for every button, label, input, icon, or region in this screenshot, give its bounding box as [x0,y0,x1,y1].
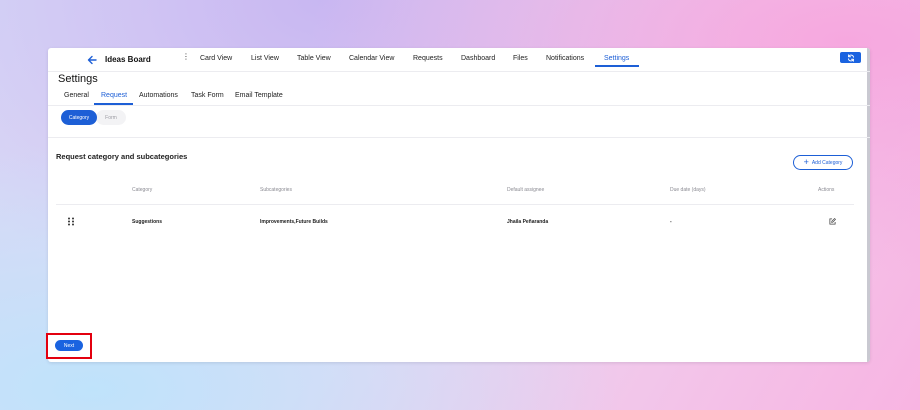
nav-requests[interactable]: Requests [413,55,443,62]
nav-settings[interactable]: Settings [604,55,629,62]
tabs-divider [48,105,870,106]
cell-subcategories: Improvements,Future Builds [260,219,328,225]
top-navigation: Ideas Board ⋮ Card View List View Table … [48,48,870,72]
tab-task-form[interactable]: Task Form [191,92,224,99]
nav-calendar-view[interactable]: Calendar View [349,55,394,62]
edit-icon[interactable] [829,218,836,225]
drag-handle-icon[interactable] [67,217,75,226]
board-title: Ideas Board [105,55,151,64]
column-header-actions: Actions [818,187,835,193]
scrollbar[interactable] [867,48,870,362]
nav-dashboard[interactable]: Dashboard [461,55,495,62]
column-header-default-assignee: Default assignee [507,187,545,193]
nav-files[interactable]: Files [513,55,528,62]
column-header-due-date: Due date (days) [670,187,706,193]
nav-table-view[interactable]: Table View [297,55,331,62]
header-divider [48,71,870,72]
more-options-icon[interactable]: ⋮ [182,53,190,61]
nav-card-view[interactable]: Card View [200,55,232,62]
subtab-form[interactable]: Form [96,110,126,125]
subtabs-divider [48,137,870,138]
nav-active-indicator [595,65,639,67]
cell-category: Suggestions [132,219,163,225]
column-header-subcategories: Subcategories [260,187,292,193]
subtab-category[interactable]: Category [61,110,97,125]
nav-list-view[interactable]: List View [251,55,279,62]
tab-request[interactable]: Request [101,92,127,99]
cell-default-assignee: Jhaila Peñaranda [507,219,549,225]
add-category-label: Add Category [811,159,843,166]
add-category-button[interactable]: + Add Category [793,155,853,170]
table-header-divider [56,204,854,205]
tab-automations[interactable]: Automations [139,92,178,99]
tab-email-template[interactable]: Email Template [235,92,283,99]
plus-icon: + [803,157,809,167]
tab-general[interactable]: General [64,92,89,99]
refresh-button[interactable] [840,52,861,63]
highlight-annotation [46,333,92,359]
cell-due-date: - [670,219,672,225]
refresh-icon [847,53,854,62]
column-header-category: Category [132,187,153,193]
app-window: Ideas Board ⋮ Card View List View Table … [48,48,870,362]
nav-notifications[interactable]: Notifications [546,55,584,62]
back-arrow-icon[interactable] [86,54,98,66]
page-title: Settings [58,73,98,85]
section-title: Request category and subcategories [56,152,188,161]
